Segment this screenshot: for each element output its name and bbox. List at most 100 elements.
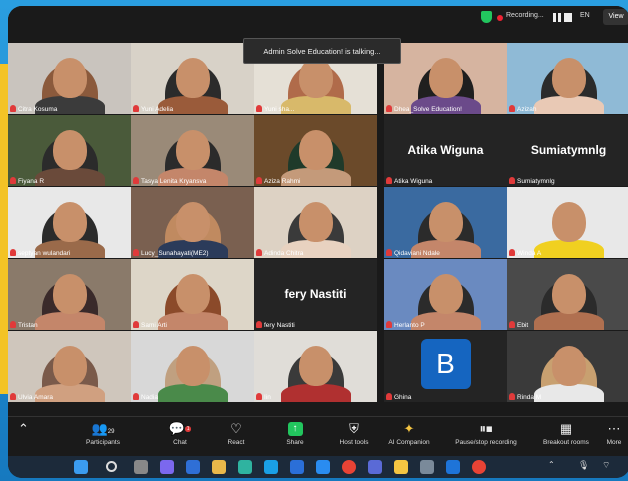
participant-video	[507, 331, 628, 402]
participant-tile[interactable]: fery Nastiti fery Nastiti	[254, 259, 377, 330]
participant-face	[52, 201, 87, 242]
search-icon[interactable]	[106, 461, 117, 472]
chevron-up-tray-icon[interactable]: ⌃	[548, 460, 562, 474]
participant-name: fery Nastiti	[256, 321, 295, 329]
participant-tile[interactable]: Aziza Rahmi	[254, 115, 377, 186]
file-explorer-icon[interactable]	[212, 460, 226, 474]
participant-tile[interactable]: Sumiatymnlg Sumiatymnlg	[507, 115, 628, 186]
participant-tile[interactable]: Winda A	[507, 187, 628, 258]
participant-tile[interactable]: Dhea_Solve Education!	[384, 43, 507, 114]
participant-tile[interactable]: Yuni Adelia	[131, 43, 254, 114]
talking-indicator: Admin Solve Education! is talking...	[243, 38, 401, 64]
edge-icon[interactable]	[238, 460, 252, 474]
participant-tile[interactable]: Lucy_Sunahayati(ME2)	[131, 187, 254, 258]
participant-name: Ghina	[386, 393, 412, 401]
breakout-rooms-button[interactable]: ▦ Breakout rooms	[536, 421, 596, 446]
dropbox-icon[interactable]	[186, 460, 200, 474]
chat-label: Chat	[173, 439, 187, 446]
pause-stop-recording-button[interactable]: ⏸⏹ Pause/stop recording	[446, 421, 526, 446]
participant-video	[507, 43, 628, 114]
participants-button[interactable]: 👥29 Participants	[73, 421, 133, 446]
chat-button[interactable]: 💬 1 Chat	[150, 421, 210, 446]
participant-video	[131, 43, 254, 114]
participant-name: Fiyana R	[10, 177, 44, 185]
participant-face	[298, 201, 333, 242]
participant-body	[533, 240, 604, 258]
participant-tile[interactable]: Ulvia Amara	[8, 331, 131, 402]
participant-tile[interactable]: Rinda M	[507, 331, 628, 402]
more-icon: ⋯	[607, 421, 621, 436]
participant-video	[131, 331, 254, 402]
participant-name-text: Ghina	[394, 394, 412, 401]
language-label[interactable]: EN	[580, 12, 590, 19]
more-button[interactable]: ⋯ More	[600, 421, 628, 446]
app-icon[interactable]	[368, 460, 382, 474]
chrome-icon[interactable]	[342, 460, 356, 474]
participant-name-text: Herlanto P	[394, 322, 425, 329]
participant-tile[interactable]: Ebit	[507, 259, 628, 330]
participant-tile[interactable]: Atika Wiguna Atika Wiguna	[384, 115, 507, 186]
participant-tile[interactable]: Tristan	[8, 259, 131, 330]
mic-tray-icon[interactable]: 🎙	[578, 460, 592, 474]
participant-name-text: Ebit	[517, 322, 529, 329]
participant-tile[interactable]: Fiyana R	[8, 115, 131, 186]
muted-mic-icon	[509, 177, 515, 184]
muted-mic-icon	[509, 393, 515, 400]
notepad-icon[interactable]	[420, 460, 434, 474]
participant-tile[interactable]: septyan wulandari	[8, 187, 131, 258]
share-button[interactable]: ↑ Share	[265, 421, 325, 446]
participant-tile[interactable]: Tasya Lenita Kryansva	[131, 115, 254, 186]
view-button[interactable]: View	[603, 9, 628, 25]
participant-tile[interactable]: Qidaviani Ndale	[384, 187, 507, 258]
participant-tile[interactable]: Nadia	[131, 331, 254, 402]
participant-tile[interactable]: Herlanto P	[384, 259, 507, 330]
shield-icon[interactable]	[481, 11, 492, 23]
react-button[interactable]: ♡ React	[206, 421, 266, 446]
participant-name: septyan wulandari	[10, 249, 70, 257]
participant-tile[interactable]: Adinda Chitra	[254, 187, 377, 258]
task-view-icon[interactable]	[134, 460, 148, 474]
participant-video	[8, 115, 131, 186]
teams-icon[interactable]	[160, 460, 174, 474]
zoom-taskbar-icon[interactable]	[446, 460, 460, 474]
sticky-notes-icon[interactable]	[394, 460, 408, 474]
stop-recording-icon[interactable]	[564, 13, 572, 22]
participant-video	[254, 187, 377, 258]
participant-body	[34, 312, 105, 330]
participant-name-text: Winda A	[517, 250, 542, 257]
windows-taskbar: ⌃ 🎙 ⌔	[8, 456, 628, 478]
start-icon[interactable]	[74, 460, 88, 474]
muted-mic-icon	[509, 105, 515, 112]
muted-mic-icon	[386, 321, 392, 328]
participant-tile[interactable]: Citra Kosuma	[8, 43, 131, 114]
wifi-icon[interactable]: ⌔	[602, 460, 616, 474]
muted-mic-icon	[133, 393, 139, 400]
participant-tile[interactable]: Sami Arti	[131, 259, 254, 330]
chevron-up-icon[interactable]: ⌃	[18, 421, 29, 439]
muted-mic-icon	[10, 393, 16, 400]
sparkle-icon: ✦	[403, 421, 415, 436]
grid-icon: ▦	[559, 421, 573, 436]
participant-body	[34, 168, 105, 186]
word-icon[interactable]	[316, 460, 330, 474]
participant-face	[175, 345, 210, 386]
store-icon[interactable]	[264, 460, 278, 474]
participant-name-text: Aziza Rahmi	[264, 178, 301, 185]
participant-name: Nadia	[133, 393, 158, 401]
participant-tile[interactable]: Azizah	[507, 43, 628, 114]
participant-name: Sumiatymnlg	[509, 177, 555, 185]
chrome-2-icon[interactable]	[472, 460, 486, 474]
pause-recording-icon[interactable]	[553, 13, 561, 22]
participant-name: Iin	[256, 393, 271, 401]
muted-mic-icon	[509, 321, 515, 328]
participant-tile[interactable]: Iin	[254, 331, 377, 402]
ai-companion-button[interactable]: ✦ AI Companion	[379, 421, 439, 446]
muted-mic-icon	[10, 321, 16, 328]
participant-video	[507, 259, 628, 330]
host-tools-button[interactable]: ⛨ Host tools	[324, 421, 384, 446]
participant-name: Qidaviani Ndale	[386, 249, 440, 257]
outlook-icon[interactable]	[290, 460, 304, 474]
participant-name-text: Qidaviani Ndale	[394, 250, 440, 257]
participant-name: Yuni Adelia	[133, 105, 173, 113]
participant-tile[interactable]: B Ghina	[384, 331, 507, 402]
